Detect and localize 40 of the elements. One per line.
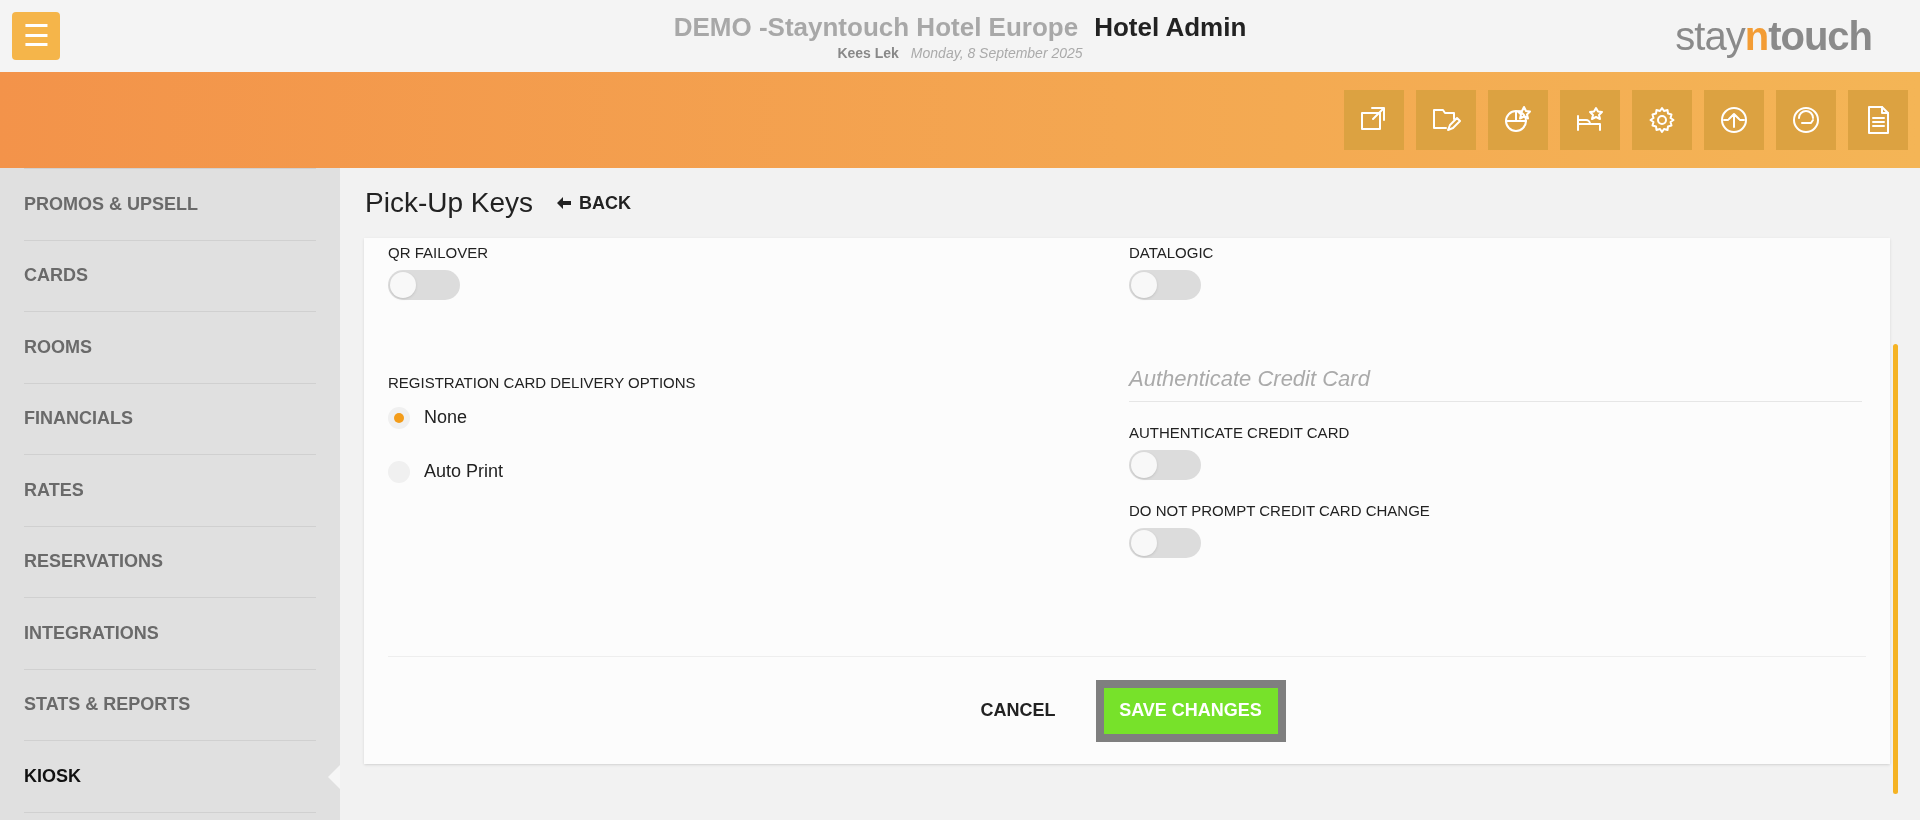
app-title: Hotel Admin	[1094, 11, 1247, 44]
radio-option[interactable]: Auto Print	[388, 456, 1127, 487]
current-date: Monday, 8 September 2025	[910, 44, 1083, 63]
back-arrow-icon	[557, 197, 572, 209]
cancel-button[interactable]: CANCEL	[968, 689, 1068, 732]
back-link[interactable]: BACK	[557, 189, 632, 217]
radio-option[interactable]: None	[388, 402, 1127, 433]
section-title: Authenticate Credit Card	[1129, 362, 1862, 402]
toggle-label: AUTHENTICATE CREDIT CARD	[1129, 424, 1351, 442]
user-name: Kees Lek	[837, 44, 899, 63]
toolbar-button[interactable]	[1704, 90, 1764, 150]
sidebar-item[interactable]: RATES	[24, 455, 316, 527]
page-title: Pick-Up Keys	[365, 186, 534, 220]
scrollbar[interactable]	[1893, 344, 1898, 794]
toggle-switch[interactable]	[388, 270, 460, 300]
sidebar-item[interactable]: FINANCIALS	[24, 383, 316, 455]
toolbar-button[interactable]	[1848, 90, 1908, 150]
toggle-label: DO NOT PROMPT CREDIT CARD CHANGE	[1129, 502, 1431, 520]
toolbar-button[interactable]	[1632, 90, 1692, 150]
upload-icon	[1718, 104, 1750, 136]
toggle-switch[interactable]	[1129, 528, 1201, 558]
sidebar-item[interactable]: INTEGRATIONS	[24, 598, 316, 670]
toggle-label: DATALOGIC	[1129, 244, 1215, 262]
toolbar-button[interactable]	[1344, 90, 1404, 150]
toggle-label: QR FAILOVER	[388, 244, 490, 262]
sidebar-item[interactable]: ROOMS	[24, 312, 316, 384]
toolbar-button[interactable]	[1776, 90, 1836, 150]
logo: stayntouch	[1675, 16, 1872, 56]
sidebar-item[interactable]: PROMOS & UPSELL	[24, 169, 316, 241]
hotel-name: DEMO -Stayntouch Hotel Europe	[673, 11, 1079, 44]
sidebar-item[interactable]: STATS & REPORTS	[24, 669, 316, 741]
radio-group-label: REGISTRATION CARD DELIVERY OPTIONS	[388, 373, 697, 393]
sidebar-item[interactable]: CARDS	[24, 240, 316, 312]
toolbar-button[interactable]	[1560, 90, 1620, 150]
toolbar-button[interactable]	[1416, 90, 1476, 150]
sidebar-item[interactable]: RESERVATIONS	[24, 526, 316, 598]
sidebar-item[interactable]: KIOSK	[24, 741, 316, 813]
toggle-switch[interactable]	[1129, 450, 1201, 480]
toggle-switch[interactable]	[1129, 270, 1201, 300]
toolbar-button[interactable]	[1488, 90, 1548, 150]
